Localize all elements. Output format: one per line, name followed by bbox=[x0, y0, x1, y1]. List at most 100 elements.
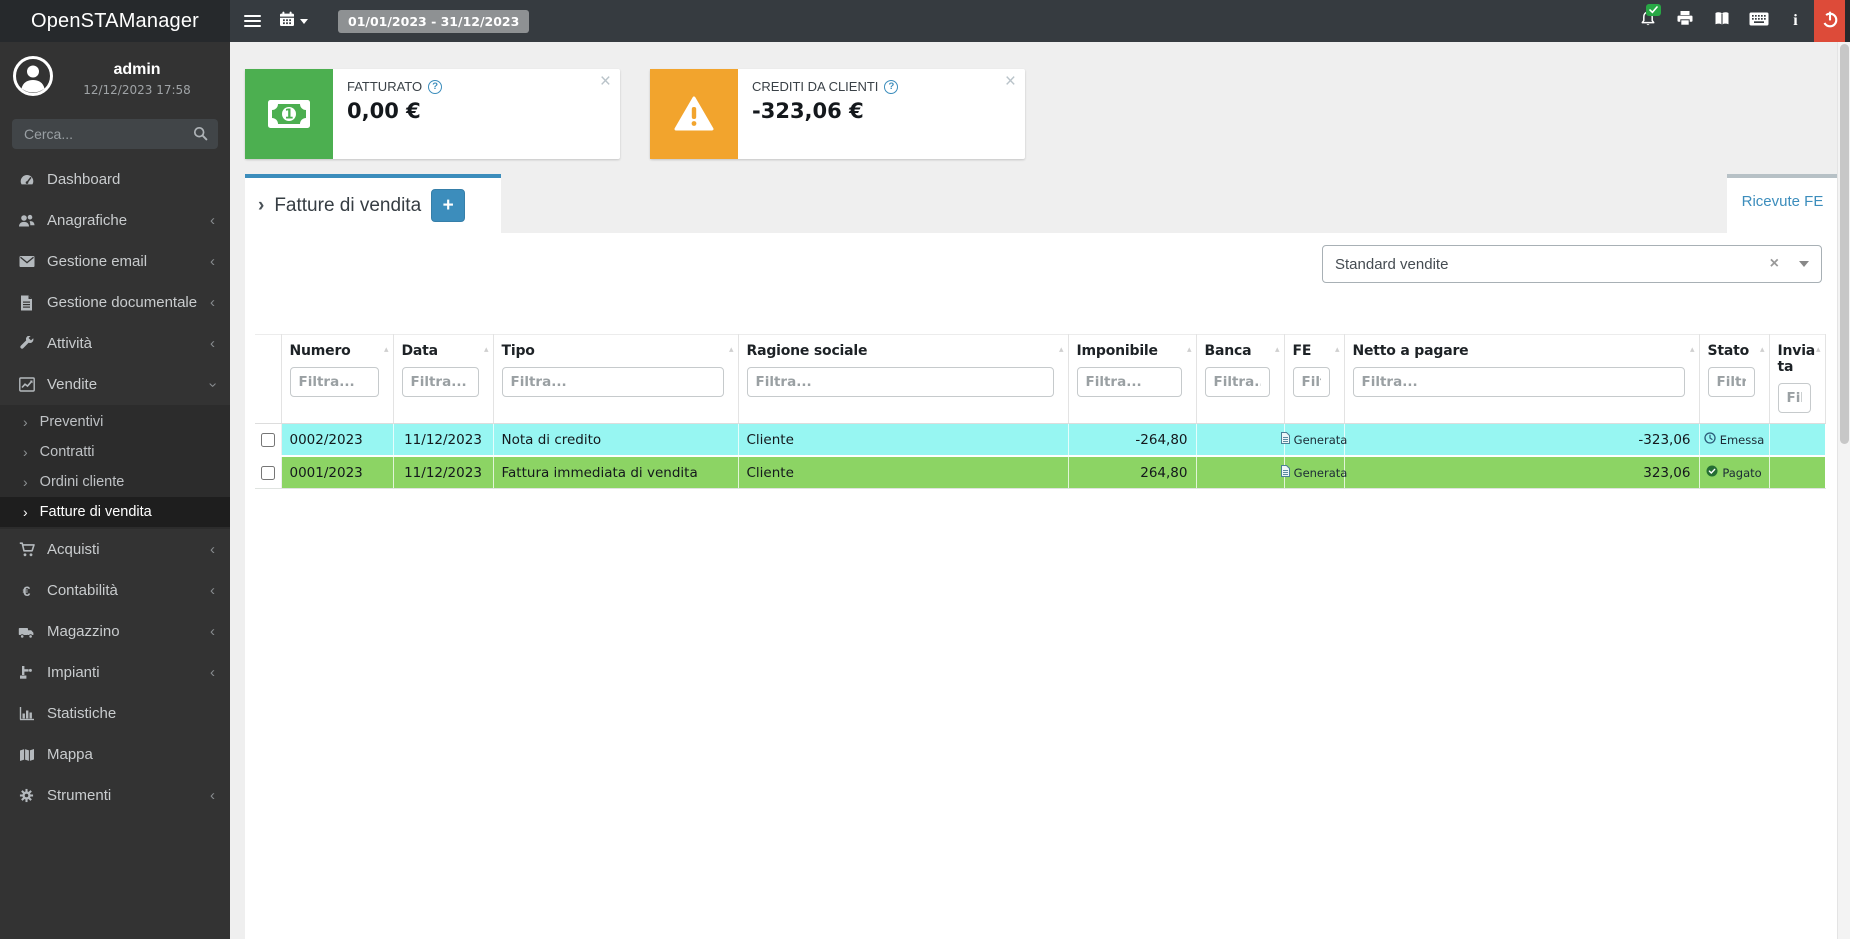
filter-numero-input[interactable] bbox=[289, 367, 379, 397]
filter-fe-input[interactable] bbox=[1292, 367, 1330, 397]
sidebar-search-input[interactable] bbox=[12, 119, 218, 149]
sidebar-item-statistiche[interactable]: Statistiche bbox=[0, 693, 230, 734]
fatturato-card: 1 FATTURATO ? 0,00 € × bbox=[245, 69, 620, 159]
column-banca[interactable]: Banca ▴ bbox=[1196, 334, 1285, 424]
avatar[interactable] bbox=[12, 55, 54, 102]
sort-icon[interactable]: ▴ bbox=[1059, 345, 1064, 355]
column-netto-a-pagare[interactable]: Netto a pagare ▴ bbox=[1344, 334, 1700, 424]
sidebar-item-impianti[interactable]: Impianti ‹ bbox=[0, 652, 230, 693]
column-imponibile[interactable]: Imponibile ▴ bbox=[1068, 334, 1197, 424]
sidebar-item-ordini-cliente[interactable]: › Ordini cliente bbox=[0, 467, 230, 497]
card-title: CREDITI DA CLIENTI bbox=[752, 79, 879, 94]
sidebar-item-label: Mappa bbox=[47, 746, 93, 763]
filter-data-input[interactable] bbox=[401, 367, 479, 397]
sidebar-item-strumenti[interactable]: Strumenti ‹ bbox=[0, 775, 230, 816]
tab-ricevute-fe[interactable]: Ricevute FE bbox=[1727, 174, 1838, 233]
row-checkbox[interactable] bbox=[260, 432, 275, 447]
help-icon[interactable]: ? bbox=[884, 79, 899, 94]
sidebar-item-label: Attività bbox=[47, 335, 93, 352]
app-logo[interactable]: OpenSTAManager bbox=[0, 0, 230, 42]
sidebar-item-magazzino[interactable]: Magazzino ‹ bbox=[0, 611, 230, 652]
notification-check-badge bbox=[1646, 4, 1661, 16]
card-value: -323,06 € bbox=[752, 99, 864, 123]
cell-data: 11/12/2023 bbox=[393, 423, 494, 457]
sort-icon[interactable]: ▴ bbox=[1335, 345, 1340, 355]
sidebar-item-fatture-di-vendita[interactable]: › Fatture di vendita bbox=[0, 497, 230, 527]
filter-inviata-input[interactable] bbox=[1777, 383, 1811, 413]
fe-file-icon bbox=[1280, 465, 1290, 480]
help-icon[interactable]: ? bbox=[428, 79, 443, 94]
sidebar-item-contratti[interactable]: › Contratti bbox=[0, 437, 230, 467]
sidebar-item-gestione-email[interactable]: Gestione email ‹ bbox=[0, 241, 230, 282]
cell-imponibile: 264,80 bbox=[1068, 456, 1197, 489]
column-ragione-sociale[interactable]: Ragione sociale ▴ bbox=[738, 334, 1069, 424]
cell-stato: Pagato bbox=[1699, 456, 1770, 489]
chevron-left-icon: ‹ bbox=[210, 293, 215, 311]
info-button[interactable]: i bbox=[1777, 0, 1814, 42]
scrollbar-thumb[interactable] bbox=[1840, 44, 1849, 444]
close-icon[interactable]: × bbox=[600, 72, 611, 91]
sort-icon[interactable]: ▴ bbox=[384, 345, 389, 355]
chevron-left-icon: ‹ bbox=[210, 663, 215, 681]
row-checkbox[interactable] bbox=[260, 465, 275, 480]
notifications-button[interactable] bbox=[1629, 0, 1666, 42]
shortcuts-button[interactable] bbox=[1740, 0, 1777, 42]
filter-ragione-sociale-input[interactable] bbox=[746, 367, 1054, 397]
document-icon bbox=[15, 295, 38, 311]
sidebar-item-preventivi[interactable]: › Preventivi bbox=[0, 407, 230, 437]
sidebar-item-gestione-documentale[interactable]: Gestione documentale ‹ bbox=[0, 282, 230, 323]
filter-netto-input[interactable] bbox=[1352, 367, 1685, 397]
column-inviata[interactable]: Inviata ▴ bbox=[1769, 334, 1826, 424]
date-range-badge[interactable]: 01/01/2023 - 31/12/2023 bbox=[338, 9, 530, 33]
cell-data: 11/12/2023 bbox=[393, 456, 494, 489]
sidebar-item-acquisti[interactable]: Acquisti ‹ bbox=[0, 529, 230, 570]
sidebar-toggle-icon[interactable] bbox=[244, 12, 261, 30]
journal-button[interactable] bbox=[1703, 0, 1740, 42]
sort-icon[interactable]: ▴ bbox=[1275, 345, 1280, 355]
chevron-left-icon: ‹ bbox=[210, 786, 215, 804]
column-stato[interactable]: Stato ▴ bbox=[1699, 334, 1770, 424]
filter-imponibile-input[interactable] bbox=[1076, 367, 1182, 397]
ricevute-fe-link[interactable]: Ricevute FE bbox=[1742, 193, 1824, 210]
column-tipo[interactable]: Tipo ▴ bbox=[493, 334, 739, 424]
sidebar-menu: Dashboard Anagrafiche ‹ Gestione email ‹… bbox=[0, 159, 230, 816]
page-scrollbar[interactable] bbox=[1837, 42, 1850, 939]
sort-icon[interactable]: ▴ bbox=[1816, 345, 1821, 355]
sidebar-item-dashboard[interactable]: Dashboard bbox=[0, 159, 230, 200]
money-bill-icon: 1 bbox=[245, 69, 333, 159]
filter-tipo-input[interactable] bbox=[501, 367, 724, 397]
sidebar-item-vendite[interactable]: Vendite ‹ bbox=[0, 364, 230, 405]
sort-icon[interactable]: ▴ bbox=[729, 345, 734, 355]
cell-ragione-sociale: Cliente bbox=[738, 456, 1069, 489]
print-button[interactable] bbox=[1666, 0, 1703, 42]
sort-icon[interactable]: ▴ bbox=[1760, 345, 1765, 355]
filter-banca-input[interactable] bbox=[1204, 367, 1270, 397]
print-template-select[interactable]: Standard vendite × bbox=[1322, 245, 1822, 283]
caret-right-icon: › bbox=[258, 194, 265, 216]
sidebar-item-contabilita[interactable]: € Contabilità ‹ bbox=[0, 570, 230, 611]
search-icon[interactable] bbox=[193, 126, 208, 146]
period-picker[interactable] bbox=[279, 11, 308, 32]
close-icon[interactable]: × bbox=[1005, 72, 1016, 91]
column-numero[interactable]: Numero ▴ bbox=[281, 334, 394, 424]
book-icon bbox=[1713, 11, 1731, 32]
sidebar-item-mappa[interactable]: Mappa bbox=[0, 734, 230, 775]
sort-icon[interactable]: ▴ bbox=[1690, 345, 1695, 355]
sidebar-item-anagrafiche[interactable]: Anagrafiche ‹ bbox=[0, 200, 230, 241]
sidebar-item-label: Ordini cliente bbox=[39, 474, 125, 490]
clear-selection-icon[interactable]: × bbox=[1770, 255, 1799, 273]
top-navbar: OpenSTAManager 01/01/2023 - 31/12/2023 i bbox=[0, 0, 1850, 42]
column-data[interactable]: Data ▴ bbox=[393, 334, 494, 424]
sort-icon[interactable]: ▴ bbox=[1187, 345, 1192, 355]
cell-banca bbox=[1196, 423, 1285, 457]
column-fe[interactable]: FE ▴ bbox=[1284, 334, 1345, 424]
logout-button[interactable] bbox=[1814, 0, 1845, 42]
add-invoice-button[interactable]: + bbox=[431, 189, 466, 222]
table-row[interactable]: 0001/2023 11/12/2023 Fattura immediata d… bbox=[255, 456, 1826, 489]
table-row[interactable]: 0002/2023 11/12/2023 Nota di credito Cli… bbox=[255, 423, 1826, 457]
sidebar-item-attivita[interactable]: Attività ‹ bbox=[0, 323, 230, 364]
sort-icon[interactable]: ▴ bbox=[484, 345, 489, 355]
tab-fatture-di-vendita[interactable]: › Fatture di vendita + bbox=[245, 174, 501, 233]
map-icon bbox=[15, 748, 38, 762]
filter-stato-input[interactable] bbox=[1707, 367, 1755, 397]
